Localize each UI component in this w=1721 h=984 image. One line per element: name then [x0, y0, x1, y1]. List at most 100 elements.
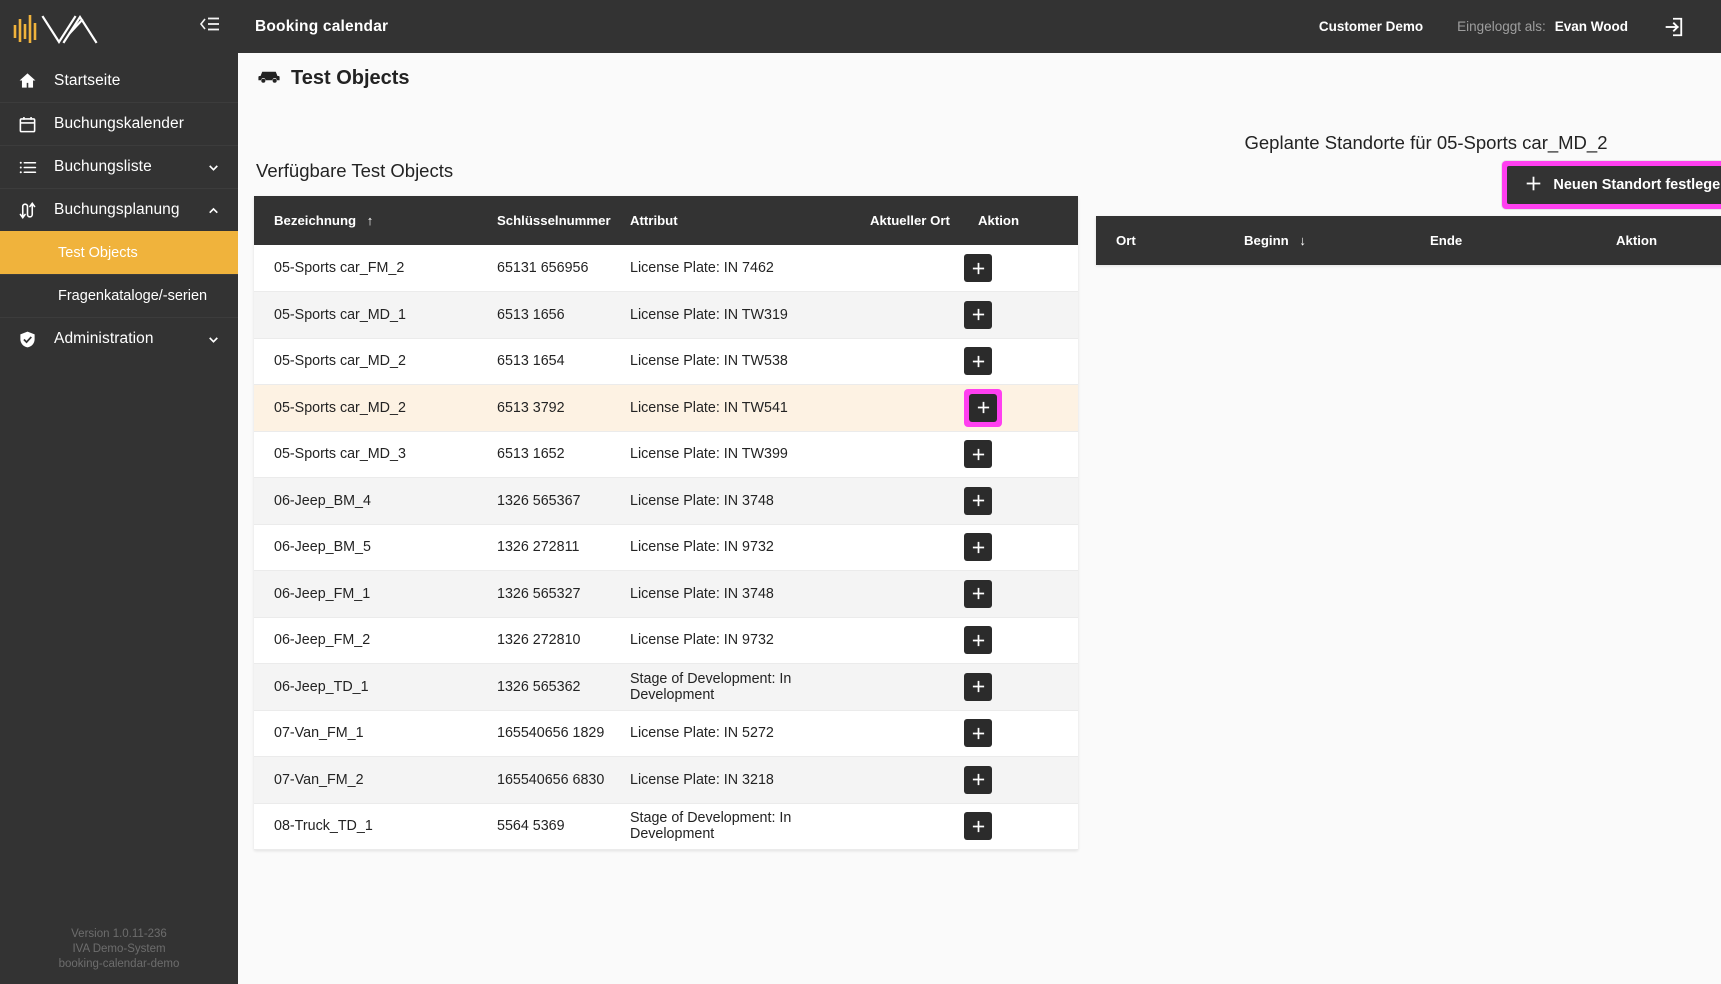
cell-attribut: Stage of Development: In Development — [610, 663, 850, 711]
sidebar-item-buchungskalender[interactable]: Buchungskalender — [0, 102, 238, 145]
column-header-schluesselnummer[interactable]: Schlüsselnummer — [477, 196, 611, 245]
add-location-button[interactable] — [964, 812, 992, 841]
cell-bezeichnung: 06-Jeep_FM_1 — [254, 570, 477, 618]
app-title: Booking calendar — [255, 17, 389, 35]
table-row[interactable]: 06-Jeep_FM_1 1326 565327 License Plate: IN… — [254, 570, 1078, 618]
cell-aktueller-ort — [850, 663, 958, 711]
table-row[interactable]: 06-Jeep_FM_2 1326 272810 License Plate: IN… — [254, 617, 1078, 664]
add-location-button[interactable] — [964, 347, 992, 376]
right-table-wrapper: Ort Beginn ↓ Ende Aktion — [1096, 216, 1721, 265]
column-header-beginn[interactable]: Beginn ↓ — [1224, 216, 1410, 265]
add-location-button[interactable] — [964, 440, 992, 469]
sidebar-item-buchungsliste[interactable]: Buchungsliste — [0, 145, 238, 188]
version-text: Version 1.0.11-236 — [71, 928, 167, 940]
cell-schluesselnummer: 6513 3792 — [477, 384, 610, 432]
iva-logo[interactable] — [12, 7, 132, 47]
add-location-button[interactable] — [964, 533, 992, 562]
cell-aktion — [958, 384, 1078, 432]
add-location-button[interactable] — [964, 765, 992, 794]
add-location-button[interactable] — [964, 254, 992, 282]
cell-bezeichnung: 05-Sports car_MD_2 — [254, 338, 477, 385]
cell-aktueller-ort — [850, 710, 958, 757]
cell-bezeichnung: 07-Van_FM_2 — [254, 756, 477, 804]
cell-attribut: License Plate: IN 3748 — [610, 477, 850, 525]
action-cell-holder — [958, 254, 1078, 282]
column-label: Bezeichnung — [274, 213, 357, 228]
table-row[interactable]: 06-Jeep_BM_4 1326 565367 License Plate: IN… — [254, 477, 1078, 525]
sidebar-item-label: Administration — [54, 330, 154, 347]
table-body: 05-Sports car_FM_2 65131 656956 License Pl… — [254, 245, 1078, 850]
cell-bezeichnung: 06-Jeep_FM_2 — [254, 617, 477, 664]
cell-aktueller-ort — [850, 617, 958, 664]
action-cell-holder — [958, 300, 1078, 329]
table-row[interactable]: 07-Van_FM_1 165540656 1829 License Plate: … — [254, 710, 1078, 757]
action-cell-holder — [958, 486, 1078, 515]
cell-attribut: Stage of Development: In Development — [610, 803, 850, 850]
add-location-button[interactable] — [964, 626, 992, 655]
sidebar-item-startseite[interactable]: Startseite — [0, 59, 238, 102]
plus-icon — [1525, 175, 1542, 196]
sidebar-header — [0, 0, 238, 53]
cell-schluesselnummer: 1326 565327 — [477, 570, 610, 618]
action-cell-holder — [958, 440, 1078, 469]
table-row[interactable]: 05-Sports car_MD_3 6513 1652 License Plate… — [254, 431, 1078, 478]
cell-bezeichnung: 08-Truck_TD_1 — [254, 803, 477, 850]
cell-attribut: License Plate: IN TW319 — [610, 291, 850, 339]
sort-ascending-icon[interactable]: ↑ — [367, 213, 374, 228]
column-label: Aktion — [1616, 233, 1658, 248]
table-row[interactable]: 06-Jeep_TD_1 1326 565362 Stage of Developm… — [254, 663, 1078, 711]
cell-aktion — [958, 570, 1078, 618]
cell-schluesselnummer: 65131 656956 — [477, 245, 610, 292]
cell-aktion — [958, 477, 1078, 525]
action-cell-holder — [958, 388, 1078, 427]
logout-icon[interactable] — [1656, 10, 1690, 44]
column-header-aktion[interactable]: Aktion — [958, 196, 1078, 245]
chevron-down-icon[interactable] — [206, 161, 220, 174]
column-label: Beginn — [1244, 233, 1289, 248]
table-row[interactable]: 05-Sports car_MD_2 6513 3792 License Plate… — [254, 384, 1078, 432]
table-row[interactable]: 08-Truck_TD_1 5564 5369 Stage of Developme… — [254, 803, 1078, 850]
column-header-attribut[interactable]: Attribut — [610, 196, 850, 245]
add-location-button[interactable] — [964, 719, 992, 748]
column-header-aktueller-ort[interactable]: Aktueller Ort — [850, 196, 958, 245]
chevron-down-icon[interactable] — [206, 333, 220, 346]
column-header-ende[interactable]: Ende — [1410, 216, 1596, 265]
collapse-panel-icon[interactable] — [198, 15, 220, 38]
right-panel-actionbar: Neuen Standort festlegen — [1096, 154, 1721, 216]
cell-bezeichnung: 05-Sports car_MD_2 — [254, 384, 477, 432]
add-location-button[interactable] — [964, 486, 992, 515]
add-location-button[interactable] — [964, 300, 992, 329]
home-icon — [18, 71, 44, 90]
list-icon — [18, 158, 44, 177]
page-title: Test Objects — [291, 67, 410, 89]
cell-aktion — [958, 338, 1078, 385]
add-location-button[interactable] — [964, 579, 992, 608]
table-row[interactable]: 07-Van_FM_2 165540656 6830 License Plate: … — [254, 756, 1078, 804]
sort-descending-icon[interactable]: ↓ — [1299, 233, 1306, 248]
table-row[interactable]: 05-Sports car_FM_2 65131 656956 License Pl… — [254, 245, 1078, 292]
sidebar-item-administration[interactable]: Administration — [0, 317, 238, 360]
column-header-aktion[interactable]: Aktion — [1596, 216, 1721, 265]
sidebar-item-buchungsplanung[interactable]: Buchungsplanung — [0, 188, 238, 231]
sidebar-item-label: Buchungsliste — [54, 158, 152, 175]
new-location-button[interactable]: Neuen Standort festlegen — [1507, 166, 1721, 204]
add-location-button[interactable] — [964, 672, 992, 701]
add-location-button[interactable] — [969, 393, 997, 422]
sidebar-item-test-objects[interactable]: Test Objects — [0, 231, 238, 274]
cell-schluesselnummer: 165540656 1829 — [477, 710, 610, 757]
column-header-ort[interactable]: Ort — [1096, 216, 1224, 265]
table-row[interactable]: 05-Sports car_MD_1 6513 1656 License Plate… — [254, 291, 1078, 339]
cell-aktion — [958, 617, 1078, 664]
table-row[interactable]: 06-Jeep_BM_5 1326 272811 License Plate: IN… — [254, 524, 1078, 571]
column-header-bezeichnung[interactable]: Bezeichnung ↑ — [254, 196, 477, 245]
cell-aktueller-ort — [850, 384, 958, 432]
chevron-up-icon[interactable] — [206, 204, 220, 217]
cell-attribut: License Plate: IN TW541 — [610, 384, 850, 432]
column-label: Aktion — [978, 213, 1020, 228]
table-row[interactable]: 05-Sports car_MD_2 6513 1654 License Plate… — [254, 338, 1078, 385]
sidebar-item-fragenkataloge[interactable]: Fragenkataloge/-serien — [0, 274, 238, 317]
cell-bezeichnung: 06-Jeep_TD_1 — [254, 663, 477, 711]
calendar-icon — [18, 115, 44, 134]
column-label: Aktueller Ort — [870, 213, 950, 228]
globe-icon[interactable] — [1716, 10, 1721, 44]
